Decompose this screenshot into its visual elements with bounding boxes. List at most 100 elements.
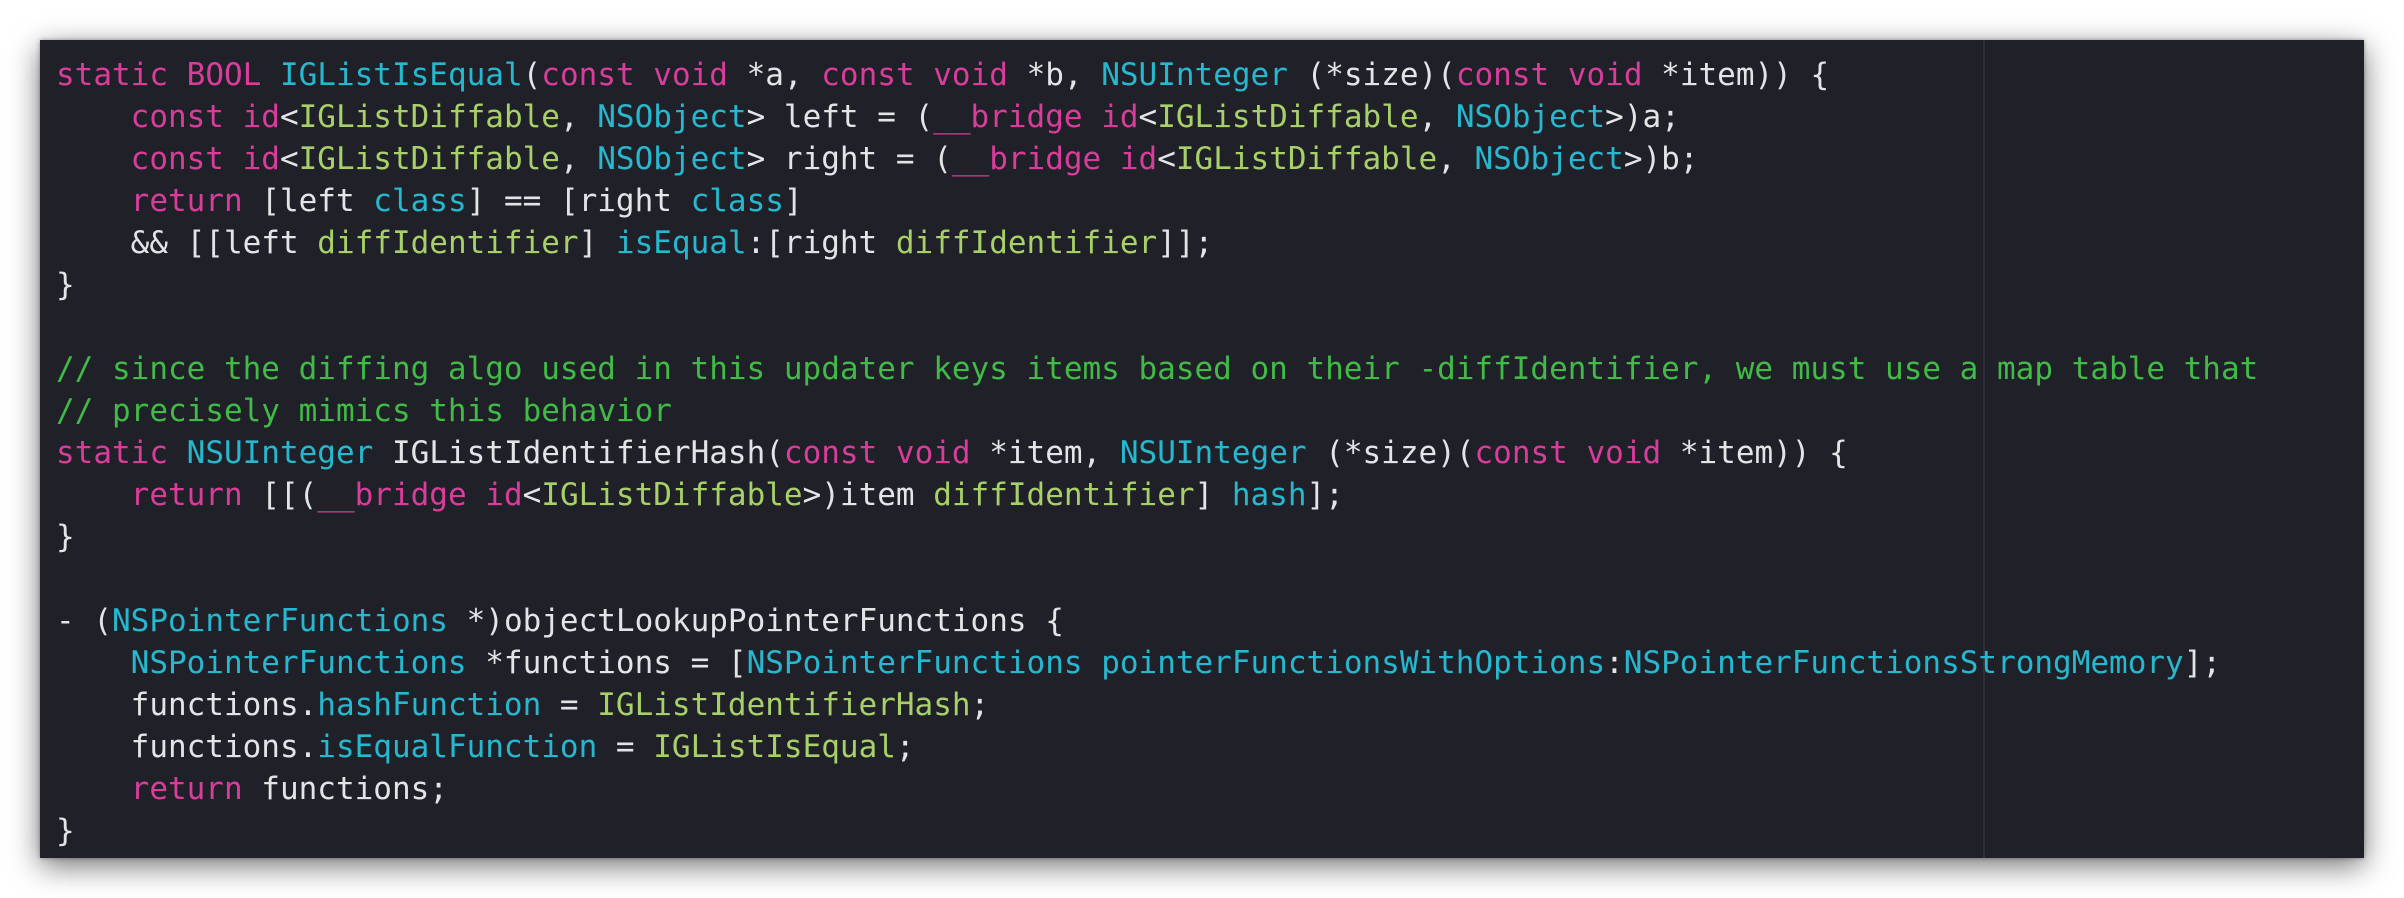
code-token: NSObject [597, 141, 747, 177]
code-token: isEqual [615, 225, 747, 261]
code-token: BOOL [186, 57, 280, 93]
code-token: NSPointerFunctions [112, 603, 448, 639]
code-token: ] [783, 183, 803, 219]
code-token: NSPointerFunctions [130, 645, 467, 681]
code-editor[interactable]: static BOOL IGListIsEqual(const void *a,… [40, 40, 2364, 858]
code-token: const [821, 57, 934, 93]
code-token: NSObject [1474, 141, 1624, 177]
code-token: class [373, 183, 467, 219]
code-token: ] == [right [466, 183, 691, 219]
code-line[interactable]: && [[left diffIdentifier] isEqual:[right… [56, 222, 2258, 264]
code-token: static [56, 435, 187, 471]
code-token: NSPointerFunctionsStrongMemory [1623, 645, 2184, 681]
code-line[interactable] [56, 558, 2258, 600]
code-token: ( [765, 435, 784, 471]
code-token: pointerFunctionsWithOptions [1101, 645, 1606, 681]
code-token: __bridge [317, 477, 486, 513]
code-token: const [541, 57, 654, 93]
code-token: } [56, 813, 75, 849]
code-token: NSObject [1455, 99, 1606, 135]
code-line[interactable] [56, 306, 2258, 348]
code-line[interactable]: } [56, 810, 2258, 852]
code-token: static [56, 57, 187, 93]
code-line[interactable]: static BOOL IGListIsEqual(const void *a,… [56, 54, 2258, 96]
code-token: < [279, 99, 299, 135]
code-token: < [1138, 99, 1158, 135]
code-token: (*size)( [1287, 57, 1456, 93]
code-token: = [541, 687, 598, 723]
code-token: NSObject [597, 99, 747, 135]
code-token: - ( [56, 603, 112, 639]
code-token: id [242, 141, 280, 177]
code-token: NSUInteger [1119, 435, 1307, 471]
code-token: id [242, 99, 280, 135]
code-line[interactable]: const id<IGListDiffable, NSObject> right… [56, 138, 2258, 180]
code-token: NSUInteger [1101, 57, 1288, 93]
code-token: *item)) { [1679, 435, 1848, 471]
code-line[interactable]: // precisely mimics this behavior [56, 390, 2258, 432]
code-token: : [1605, 645, 1624, 681]
code-token: , [559, 99, 598, 135]
code-line[interactable]: functions.hashFunction = IGListIdentifie… [56, 684, 2258, 726]
code-token: *item, [989, 435, 1120, 471]
code-line[interactable]: - (NSPointerFunctions *)objectLookupPoin… [56, 600, 2258, 642]
code-token: id [485, 477, 523, 513]
code-line[interactable]: NSPointerFunctions *functions = [NSPoint… [56, 642, 2258, 684]
code-token: id [1101, 99, 1139, 135]
code-token: ; [970, 687, 990, 723]
code-line[interactable]: } [56, 264, 2258, 306]
code-token: const [130, 141, 243, 177]
code-token: [[( [242, 477, 318, 513]
code-line[interactable]: // since the diffing algo used in this u… [56, 348, 2258, 390]
code-token: const [1455, 57, 1568, 93]
code-line[interactable]: return [[(__bridge id<IGListDiffable>)it… [56, 474, 2258, 516]
code-token: IGListDiffable [298, 99, 560, 135]
code-token: *a, [746, 57, 822, 93]
code-token: functions; [242, 771, 448, 807]
code-line[interactable]: return [left class] == [right class] [56, 180, 2258, 222]
code-token: const [783, 435, 896, 471]
code-token: IGListDiffable [298, 141, 560, 177]
code-token: ] [1194, 477, 1232, 513]
code-line[interactable]: functions.isEqualFunction = IGListIsEqua… [56, 726, 2258, 768]
code-token: > right = ( [746, 141, 952, 177]
code-content[interactable]: static BOOL IGListIsEqual(const void *a,… [56, 54, 2258, 852]
code-token: ]]; [1157, 225, 1214, 261]
code-token: >)a; [1605, 99, 1680, 135]
code-token: && [[left [56, 225, 318, 261]
code-token: // precisely mimics this behavior [56, 393, 672, 429]
code-token: const [130, 99, 243, 135]
code-token: > left = ( [746, 99, 934, 135]
code-token: __bridge [951, 141, 1120, 177]
code-token: IGListDiffable [541, 477, 803, 513]
code-token: IGListIsEqual [279, 57, 523, 93]
code-token: , [559, 141, 598, 177]
code-token: ; [895, 729, 915, 765]
code-token: ]; [1306, 477, 1344, 513]
code-token: NSUInteger [186, 435, 392, 471]
code-token: IGListIdentifierHash [597, 687, 971, 723]
code-token: return [130, 771, 243, 807]
code-token: *item)) { [1661, 57, 1830, 93]
code-token: void [1586, 435, 1680, 471]
code-token: hashFunction [317, 687, 542, 723]
code-line[interactable]: return functions; [56, 768, 2258, 810]
code-token: ] [578, 225, 616, 261]
code-token: const [1474, 435, 1587, 471]
code-line[interactable]: const id<IGListDiffable, NSObject> left … [56, 96, 2258, 138]
code-token: diffIdentifier [895, 225, 1158, 261]
code-token: , [1437, 141, 1475, 177]
code-token: class [690, 183, 784, 219]
code-line[interactable]: } [56, 516, 2258, 558]
code-line[interactable]: static NSUInteger IGListIdentifierHash(c… [56, 432, 2258, 474]
code-token: void [1567, 57, 1662, 93]
code-token: = [597, 729, 654, 765]
code-token: } [56, 519, 75, 555]
